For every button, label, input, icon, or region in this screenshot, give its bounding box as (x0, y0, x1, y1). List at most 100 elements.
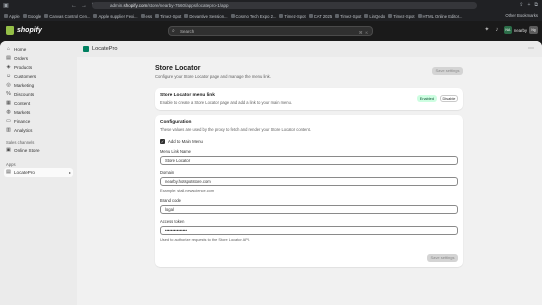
tabs-icon[interactable]: ⧉ (534, 2, 538, 8)
sidebar-item-discounts[interactable]: % Discounts (0, 90, 77, 99)
customers-icon: ☺ (6, 73, 12, 79)
access-token-field[interactable]: ••••••••••••••• (160, 226, 458, 235)
bookmark[interactable]: CAT 2025 (308, 14, 332, 19)
shopify-logo[interactable]: shopify (6, 26, 42, 35)
products-icon: ◈ (6, 64, 11, 70)
sidebar-item-finance[interactable]: ▭ Finance (0, 117, 77, 126)
sidebar-item-markets[interactable]: ◍ Markets (0, 108, 77, 117)
other-bookmarks[interactable]: Other Bookmarks (505, 13, 538, 18)
brand-code-field[interactable]: logal (160, 205, 458, 214)
bookmark[interactable]: Timez-Spot (388, 14, 415, 19)
store-avatar: NA (503, 26, 512, 34)
bookmark-favicon-icon (364, 14, 369, 18)
add-to-main-menu-label: Add to Main Menu (168, 139, 203, 144)
locatepro-app-icon (83, 46, 89, 52)
save-settings-button[interactable]: Save settings (432, 67, 463, 75)
search-placeholder: Search (180, 29, 195, 34)
sidebar-item-orders[interactable]: ▤ Orders (0, 54, 77, 63)
bookmark[interactable]: Google (22, 14, 41, 19)
topbar-actions: ✦ ♪ NA nearby Ng (484, 26, 538, 34)
url-prefix: admin. (110, 3, 124, 8)
forward-icon[interactable]: → (80, 2, 88, 10)
store-menu[interactable]: NA nearby Ng (503, 26, 538, 34)
marketing-icon: ◎ (6, 82, 11, 88)
new-tab-icon[interactable]: + (528, 2, 531, 8)
bookmark-favicon-icon (335, 14, 340, 18)
save-settings-bottom-button[interactable]: Save settings (427, 254, 458, 262)
bookmark[interactable]: HTML Online Editor... (417, 14, 462, 19)
sidekick-icon[interactable]: ✦ (484, 27, 490, 33)
configuration-title: Configuration (160, 120, 192, 125)
markets-icon: ◍ (6, 109, 11, 115)
domain-field[interactable]: nearby.hotspotstore.com (160, 177, 458, 186)
menu-link-title: Store Locator menu link (160, 93, 215, 98)
sidebar-item-analytics[interactable]: ▥ Analytics (0, 126, 77, 135)
bookmark-favicon-icon (4, 14, 8, 18)
app-title-bar: LocatePro ⋯ (77, 41, 542, 57)
bookmarks-bar: Apple Google Canvas Control Cen... Apple… (0, 11, 542, 21)
discounts-icon: % (6, 91, 11, 97)
search-input[interactable]: ⌕ Search ⌘ K (168, 26, 373, 36)
sidebar-item-home[interactable]: ⌂ Home (0, 45, 77, 54)
bookmark[interactable]: Devantive Session... (184, 14, 228, 19)
browser-chrome: ▣ ← → ↻ admin.shopify.com/store/nearby-7… (0, 0, 542, 21)
page-subtitle: Configure your Store Locator page and ma… (155, 74, 271, 79)
configuration-description: These values are used by the proxy to fe… (160, 127, 311, 132)
bookmark[interactable]: Timez-Spot (335, 14, 361, 19)
main-content: LocatePro ⋯ Store Locator Configure your… (77, 41, 542, 305)
search-shortcut: ⌘ K (358, 30, 369, 35)
bookmark-favicon-icon (44, 14, 49, 18)
address-bar[interactable]: admin.shopify.com/store/nearby-7560/apps… (92, 2, 477, 9)
page-content: Store Locator Configure your Store Locat… (155, 65, 463, 267)
admin-topbar: shopify ⌕ Search ⌘ K ✦ ♪ NA nearby Ng (0, 21, 542, 41)
content-icon: ▦ (6, 100, 11, 106)
brand-name: shopify (17, 27, 42, 34)
bookmark[interactable]: Canvas Control Cen... (44, 14, 90, 19)
online-store-icon: ▣ (6, 147, 11, 153)
share-icon[interactable]: ⇪ (519, 2, 523, 8)
sales-channels-heading[interactable]: Sales channels (0, 139, 77, 146)
sidebar-item-content[interactable]: ▦ Content (0, 99, 77, 108)
bookmark-favicon-icon (308, 14, 313, 18)
disable-button[interactable]: Disable (440, 95, 458, 102)
add-to-main-menu-checkbox[interactable]: ✓ Add to Main Menu (160, 139, 458, 144)
apps-heading[interactable]: Apps (0, 161, 77, 168)
bookmark[interactable]: Apple (4, 14, 20, 19)
brand-code-label: Brand code (160, 198, 181, 203)
user-avatar: Ng (529, 26, 538, 34)
menu-link-card: Store Locator menu link Enable to create… (155, 88, 463, 110)
bookmark[interactable]: Timez-Spot (279, 14, 306, 19)
browser-actions: ⇪ + ⧉ (519, 2, 538, 8)
sidebar-item-marketing[interactable]: ◎ Marketing (0, 81, 77, 90)
search-icon: ⌕ (172, 28, 175, 34)
bookmark[interactable]: Timez-Spot (155, 14, 181, 19)
bookmark[interactable]: LinQedo (364, 14, 385, 19)
back-icon[interactable]: ← (70, 2, 78, 10)
configuration-card: Configuration These values are used by t… (155, 115, 463, 267)
sidebar-item-customers[interactable]: ☺ Customers (0, 72, 77, 81)
sidebar-item-online-store[interactable]: ▣ Online Store (0, 146, 77, 155)
menu-link-name-field[interactable]: Store Locator (160, 156, 458, 165)
access-token-help-text: Used to authorize requests to the Store … (160, 237, 250, 242)
checkmark-icon[interactable]: ✓ (160, 139, 165, 144)
shopify-bag-icon (6, 26, 14, 35)
bookmark-favicon-icon (93, 14, 98, 18)
status-badge: Enabled (416, 95, 437, 102)
bookmark-favicon-icon (184, 14, 189, 18)
sidebar-item-locatepro[interactable]: ▤ LocatePro ▸ (4, 168, 73, 177)
page-title: Store Locator (155, 65, 201, 72)
bookmark[interactable]: ess (140, 14, 152, 19)
domain-label: Domain (160, 170, 175, 175)
orders-icon: ▤ (6, 55, 11, 61)
bookmark[interactable]: Apple supplier Fexi... (93, 14, 138, 19)
menu-link-name-label: Menu Link Name (160, 149, 191, 154)
notification-bell-icon[interactable]: ♪ (494, 27, 500, 33)
bookmark[interactable]: Cosmo Tech Expo 2... (230, 14, 276, 19)
bookmark-favicon-icon (417, 14, 422, 18)
sidebar-item-products[interactable]: ◈ Products (0, 63, 77, 72)
sidebar-toggle-icon[interactable]: ▣ (2, 2, 10, 10)
app-icon: ▤ (6, 169, 11, 175)
url-path: /store/nearby-7560/apps/locatepro-1/app (147, 3, 229, 8)
store-name: nearby (513, 27, 527, 33)
more-actions-icon[interactable]: ⋯ (528, 45, 534, 52)
